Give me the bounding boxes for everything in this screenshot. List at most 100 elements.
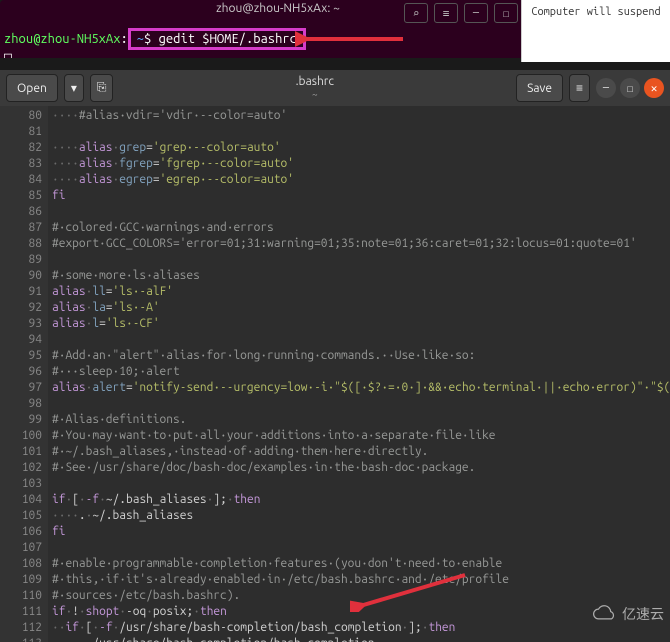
- line-number: 111: [0, 604, 42, 620]
- gedit-window: Open ▾ ⎘ .bashrc ~ Save ≡ — ☐ ✕ 80818283…: [0, 70, 670, 642]
- maximize-icon[interactable]: ☐: [494, 3, 518, 23]
- maximize-icon[interactable]: ☐: [620, 78, 640, 98]
- code-area[interactable]: ····#alias·vdir='vdir·--color=auto' ····…: [48, 106, 670, 642]
- code-line[interactable]: ····.·/usr/share/bash-completion/bash_co…: [52, 636, 670, 642]
- code-line[interactable]: #·this,·if·it's·already·enabled·in·/etc/…: [52, 572, 670, 588]
- line-number: 97: [0, 380, 42, 396]
- code-line[interactable]: alias·la='ls·-A': [52, 300, 670, 316]
- minimize-icon[interactable]: —: [464, 3, 488, 23]
- editor-area: 8081828384858687888990919293949596979899…: [0, 106, 670, 642]
- line-number: 95: [0, 348, 42, 364]
- code-line[interactable]: [52, 252, 670, 268]
- line-number: 86: [0, 204, 42, 220]
- code-line[interactable]: [52, 204, 670, 220]
- code-line[interactable]: alias·alert='notify-send·--urgency=low·-…: [52, 380, 670, 396]
- line-number: 87: [0, 220, 42, 236]
- code-line[interactable]: ····.·~/.bash_aliases: [52, 508, 670, 524]
- new-tab-icon[interactable]: ⎘: [90, 74, 114, 102]
- prompt-sep: :: [120, 32, 127, 46]
- search-icon[interactable]: ⌕: [404, 3, 428, 23]
- line-number: 99: [0, 412, 42, 428]
- code-line[interactable]: fi: [52, 188, 670, 204]
- code-line[interactable]: #export·GCC_COLORS='error=01;31:warning=…: [52, 236, 670, 252]
- code-line[interactable]: if·[·-f·~/.bash_aliases·];·then: [52, 492, 670, 508]
- line-number: 91: [0, 284, 42, 300]
- code-line[interactable]: #·~/.bash_aliases,·instead·of·adding·the…: [52, 444, 670, 460]
- line-number: 81: [0, 124, 42, 140]
- code-line[interactable]: #·colored·GCC·warnings·and·errors: [52, 220, 670, 236]
- hamburger-menu-icon[interactable]: ≡: [569, 74, 590, 102]
- minimize-icon[interactable]: —: [596, 78, 616, 98]
- line-number: 92: [0, 300, 42, 316]
- code-line[interactable]: #·See·/usr/share/doc/bash-doc/examples·i…: [52, 460, 670, 476]
- code-line[interactable]: #·You·may·want·to·put·all·your·additions…: [52, 428, 670, 444]
- line-number: 93: [0, 316, 42, 332]
- line-number: 106: [0, 524, 42, 540]
- code-line[interactable]: #·enable·programmable·completion·feature…: [52, 556, 670, 572]
- line-number: 104: [0, 492, 42, 508]
- line-number: 96: [0, 364, 42, 380]
- code-line[interactable]: [52, 540, 670, 556]
- line-number: 84: [0, 172, 42, 188]
- line-number: 112: [0, 620, 42, 636]
- line-number-gutter: 8081828384858687888990919293949596979899…: [0, 106, 48, 642]
- line-number: 107: [0, 540, 42, 556]
- code-line[interactable]: ····alias·grep='grep·--color=auto': [52, 140, 670, 156]
- code-line[interactable]: alias·ll='ls·-alF': [52, 284, 670, 300]
- code-line[interactable]: [52, 396, 670, 412]
- command-highlight: ~$ gedit $HOME/.bashrc: [128, 28, 306, 50]
- line-number: 89: [0, 252, 42, 268]
- code-line[interactable]: alias·l='ls·-CF': [52, 316, 670, 332]
- line-number: 90: [0, 268, 42, 284]
- gedit-title: .bashrc ~: [119, 75, 510, 101]
- code-line[interactable]: fi: [52, 524, 670, 540]
- line-number: 108: [0, 556, 42, 572]
- line-number: 103: [0, 476, 42, 492]
- line-number: 80: [0, 108, 42, 124]
- terminal-window: zhou@zhou-NH5xAx: ~ ⌕ ≡ — ☐ ✕ zhou@zhou-…: [0, 0, 556, 58]
- code-line[interactable]: if·!·shopt·-oq·posix;·then: [52, 604, 670, 620]
- gedit-title-sub: ~: [312, 89, 318, 100]
- code-line[interactable]: [52, 124, 670, 140]
- line-number: 94: [0, 332, 42, 348]
- line-number: 109: [0, 572, 42, 588]
- line-number: 82: [0, 140, 42, 156]
- watermark-text: 亿速云: [622, 604, 664, 624]
- gedit-title-main: .bashrc: [296, 75, 334, 88]
- code-line[interactable]: #···sleep·10;·alert: [52, 364, 670, 380]
- window-controls: — ☐ ✕: [596, 78, 664, 98]
- watermark: 亿速云: [592, 604, 664, 624]
- code-line[interactable]: ····#alias·vdir='vdir·--color=auto': [52, 108, 670, 124]
- open-dropdown-icon[interactable]: ▾: [64, 74, 84, 102]
- line-number: 105: [0, 508, 42, 524]
- code-line[interactable]: #·Add·an·"alert"·alias·for·long·running·…: [52, 348, 670, 364]
- code-line[interactable]: [52, 476, 670, 492]
- line-number: 100: [0, 428, 42, 444]
- line-number: 102: [0, 460, 42, 476]
- line-number: 85: [0, 188, 42, 204]
- overlay-text: Computer will suspend: [531, 6, 660, 18]
- close-icon[interactable]: ✕: [644, 78, 664, 98]
- notification-overlay: Computer will suspend: [521, 0, 670, 62]
- cursor-box: □: [4, 50, 12, 58]
- gedit-header: Open ▾ ⎘ .bashrc ~ Save ≡ — ☐ ✕: [0, 70, 670, 106]
- code-line[interactable]: ····alias·egrep='egrep·--color=auto': [52, 172, 670, 188]
- line-number: 98: [0, 396, 42, 412]
- code-line[interactable]: ····alias·fgrep='fgrep·--color=auto': [52, 156, 670, 172]
- menu-icon[interactable]: ≡: [434, 3, 458, 23]
- prompt-path: ~: [137, 32, 144, 46]
- line-number: 88: [0, 236, 42, 252]
- terminal-body[interactable]: zhou@zhou-NH5xAx:~$ gedit $HOME/.bashrc …: [4, 28, 552, 58]
- save-button[interactable]: Save: [516, 74, 563, 102]
- code-line[interactable]: [52, 332, 670, 348]
- code-line[interactable]: #·Alias·definitions.: [52, 412, 670, 428]
- code-line[interactable]: ··if·[·-f·/usr/share/bash-completion/bas…: [52, 620, 670, 636]
- open-button[interactable]: Open: [6, 74, 58, 102]
- cloud-icon: [592, 605, 618, 623]
- line-number: 113: [0, 636, 42, 642]
- code-line[interactable]: #·some·more·ls·aliases: [52, 268, 670, 284]
- prompt-user: zhou@zhou-NH5xAx: [4, 32, 120, 46]
- line-number: 101: [0, 444, 42, 460]
- code-line[interactable]: #·sources·/etc/bash.bashrc).: [52, 588, 670, 604]
- line-number: 110: [0, 588, 42, 604]
